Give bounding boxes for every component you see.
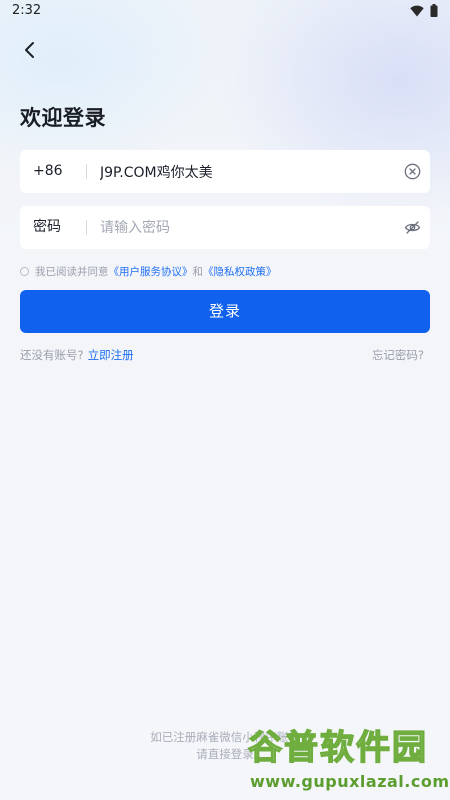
privacy-policy-link[interactable]: 《隐私权政策》: [203, 264, 277, 279]
battery-icon: [430, 4, 438, 17]
phone-input[interactable]: [100, 150, 390, 193]
watermark-logo: 谷普软件园: [247, 727, 428, 768]
agreement-checkbox[interactable]: [20, 266, 29, 276]
register-row: 还没有账号? 立即注册: [20, 347, 134, 363]
password-input[interactable]: [100, 206, 390, 249]
agreement-row: 我已阅读并同意 《用户服务协议》 和 《隐私权政策》: [20, 264, 277, 278]
clear-circle-icon[interactable]: [404, 163, 421, 180]
register-prompt: 还没有账号?: [20, 348, 84, 362]
user-agreement-link[interactable]: 《用户服务协议》: [109, 264, 193, 279]
register-link[interactable]: 立即注册: [88, 348, 134, 362]
status-time: 2:32: [12, 3, 42, 18]
page-title: 欢迎登录: [20, 106, 106, 130]
chevron-left-icon: [25, 42, 34, 58]
watermark: 谷普软件园 www.gupuxlazal.com: [247, 727, 450, 800]
agreement-text: 我已阅读并同意: [35, 265, 109, 278]
country-code-selector[interactable]: +86: [33, 150, 63, 193]
password-field: 密码: [20, 206, 430, 249]
agreement-conjunction: 和: [192, 265, 204, 278]
login-button[interactable]: 登录: [20, 290, 430, 333]
watermark-url: www.gupuxlazal.com: [250, 772, 450, 791]
field-divider: [86, 220, 87, 235]
phone-field: +86: [20, 150, 430, 193]
password-label: 密码: [33, 219, 61, 235]
field-divider: [86, 164, 87, 179]
wifi-icon: [410, 5, 424, 17]
forgot-password-link[interactable]: 忘记密码?: [372, 347, 424, 363]
eye-off-icon[interactable]: [404, 219, 421, 236]
status-bar: 2:32: [0, 0, 450, 22]
back-button[interactable]: [16, 36, 44, 64]
